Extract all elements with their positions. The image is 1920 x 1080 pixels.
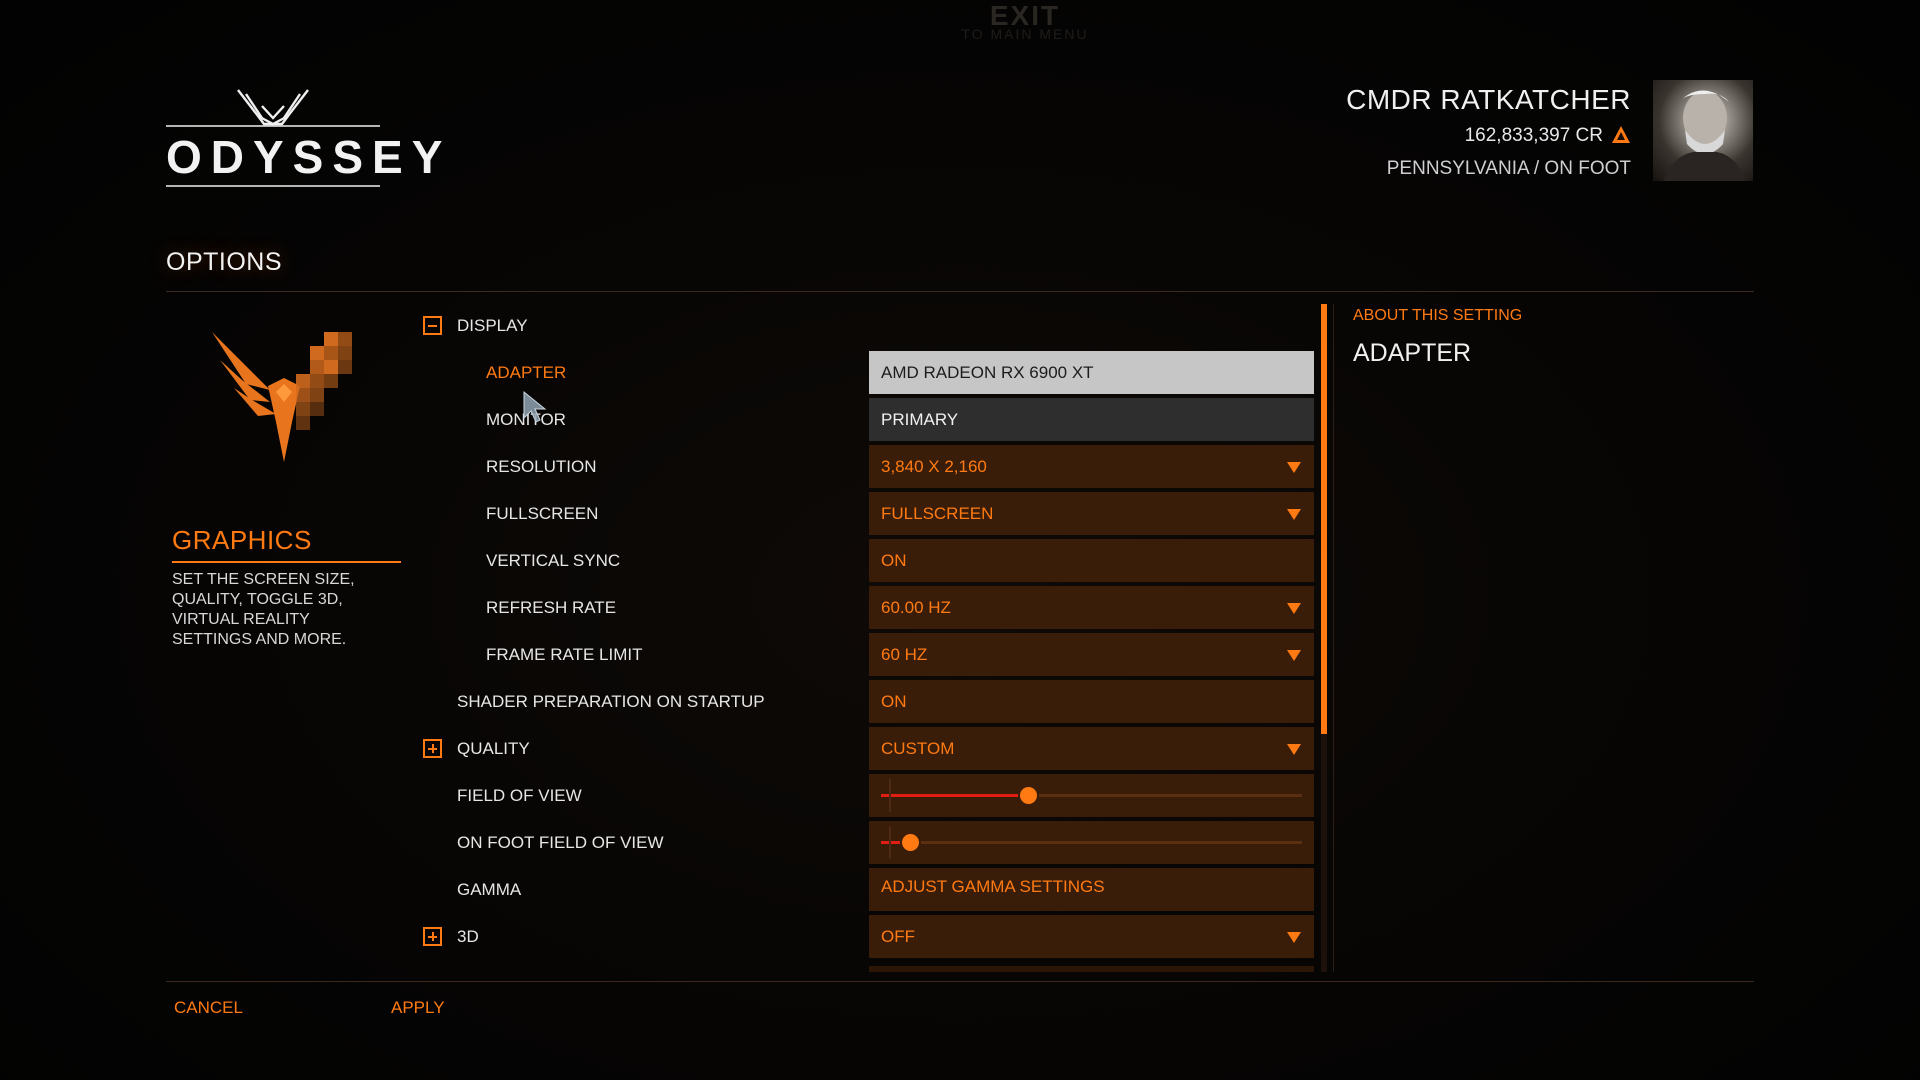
commander-location: PENNSYLVANIA / ON FOOT — [1386, 158, 1631, 179]
gamma-value: ADJUST GAMMA SETTINGS — [881, 877, 1105, 896]
shader-prep-toggle[interactable]: ON — [869, 680, 1314, 723]
setting-row-refresh-rate[interactable]: REFRESH RATE 60.00 HZ — [420, 586, 1314, 629]
setting-label-fullscreen: FULLSCREEN — [486, 504, 599, 523]
dropdown-arrow-icon — [1287, 509, 1301, 520]
setting-label-refresh-rate: REFRESH RATE — [486, 598, 617, 617]
footer-divider — [166, 981, 1754, 982]
setting-label-display: DISPLAY — [457, 316, 528, 335]
setting-label-vsync: VERTICAL SYNC — [486, 551, 621, 570]
graphics-category-icon — [212, 332, 352, 462]
setting-row-adapter[interactable]: ADAPTER AMD RADEON RX 6900 XT — [420, 351, 1314, 394]
refresh-rate-dropdown[interactable]: 60.00 HZ — [869, 586, 1314, 629]
exit-sublabel: TO MAIN MENU — [961, 26, 1089, 42]
rank-triangle-icon — [1612, 126, 1630, 143]
setting-row-gamma[interactable]: GAMMA ADJUST GAMMA SETTINGS — [420, 868, 1314, 911]
setting-row-on-foot-fov[interactable]: ON FOOT FIELD OF VIEW — [420, 821, 1314, 864]
dropdown-arrow-icon — [1287, 462, 1301, 473]
commander-credits: 162,833,397 CR — [1464, 125, 1603, 146]
setting-row-display[interactable]: DISPLAY — [420, 304, 1314, 347]
about-title: ADAPTER — [1353, 339, 1472, 367]
dropdown-arrow-icon — [1287, 603, 1301, 614]
apply-button[interactable]: APPLY — [391, 998, 445, 1018]
shader-prep-value: ON — [881, 692, 907, 711]
dropdown-arrow-icon — [1287, 650, 1301, 661]
commander-avatar[interactable] — [1653, 80, 1753, 181]
fov-slider[interactable] — [869, 774, 1314, 817]
adapter-value: AMD RADEON RX 6900 XT — [881, 363, 1094, 382]
fullscreen-dropdown[interactable]: FULLSCREEN — [869, 492, 1314, 535]
monitor-value: PRIMARY — [881, 410, 959, 429]
slider-track — [881, 841, 1302, 844]
vsync-value: ON — [881, 551, 907, 570]
setting-label-on-foot-fov: ON FOOT FIELD OF VIEW — [457, 833, 664, 852]
category-title: GRAPHICS — [172, 525, 312, 555]
frame-rate-limit-dropdown[interactable]: 60 HZ — [869, 633, 1314, 676]
setting-row-vsync[interactable]: VERTICAL SYNC ON — [420, 539, 1314, 582]
setting-row-monitor[interactable]: MONITOR PRIMARY — [420, 398, 1314, 441]
quality-dropdown[interactable]: CUSTOM — [869, 727, 1314, 770]
three-d-dropdown[interactable]: OFF — [869, 915, 1314, 958]
resolution-dropdown[interactable]: 3,840 X 2,160 — [869, 445, 1314, 488]
on-foot-fov-slider[interactable] — [869, 821, 1314, 864]
setting-row-frame-rate-limit[interactable]: FRAME RATE LIMIT 60 HZ — [420, 633, 1314, 676]
header-divider — [166, 291, 1754, 292]
odyssey-logo: ODYSSEY — [166, 86, 452, 190]
setting-row-fullscreen[interactable]: FULLSCREEN FULLSCREEN — [420, 492, 1314, 535]
category-underline — [172, 561, 401, 563]
slider-fill — [881, 794, 1029, 797]
logo-text: ODYSSEY — [166, 131, 452, 183]
expand-icon[interactable] — [423, 739, 442, 758]
category-description: SET THE SCREEN SIZE, QUALITY, TOGGLE 3D,… — [172, 571, 355, 648]
setting-label-gamma: GAMMA — [457, 880, 522, 899]
slider-thumb[interactable] — [1019, 787, 1037, 804]
dropdown-arrow-icon — [1287, 932, 1301, 943]
setting-row-shader-prep[interactable]: SHADER PREPARATION ON STARTUP ON — [420, 680, 1314, 723]
settings-list[interactable]: DISPLAY ADAPTER AMD RADEON RX 6900 XT MO… — [420, 304, 1314, 972]
slider-default-notch — [889, 826, 891, 859]
setting-label-frame-rate-limit: FRAME RATE LIMIT — [486, 645, 643, 664]
monitor-field[interactable]: PRIMARY — [869, 398, 1314, 441]
about-heading: ABOUT THIS SETTING — [1353, 307, 1523, 324]
setting-label-adapter: ADAPTER — [486, 363, 567, 382]
setting-row-resolution[interactable]: RESOLUTION 3,840 X 2,160 — [420, 445, 1314, 488]
setting-label-3d: 3D — [457, 927, 479, 946]
expand-icon[interactable] — [423, 927, 442, 946]
setting-label-shader-prep: SHADER PREPARATION ON STARTUP — [457, 692, 765, 711]
settings-scrollbar[interactable] — [1321, 304, 1327, 972]
slider-thumb[interactable] — [901, 834, 919, 851]
dropdown-arrow-icon — [1287, 744, 1301, 755]
resolution-value: 3,840 X 2,160 — [881, 457, 987, 476]
quality-value: CUSTOM — [881, 739, 955, 758]
mouse-cursor-icon — [523, 390, 547, 423]
setting-label-quality: QUALITY — [457, 739, 530, 758]
scrollbar-thumb[interactable] — [1321, 304, 1327, 734]
three-d-value: OFF — [881, 927, 915, 946]
setting-label-fov: FIELD OF VIEW — [457, 786, 582, 805]
fullscreen-value: FULLSCREEN — [881, 504, 994, 523]
next-row-peek — [869, 966, 1314, 972]
setting-row-fov[interactable]: FIELD OF VIEW — [420, 774, 1314, 817]
slider-default-notch — [889, 779, 891, 812]
commander-name: CMDR RATKATCHER — [1346, 84, 1631, 115]
vsync-toggle[interactable]: ON — [869, 539, 1314, 582]
adapter-field[interactable]: AMD RADEON RX 6900 XT — [869, 351, 1314, 394]
collapse-icon[interactable] — [423, 316, 442, 335]
page-title: OPTIONS — [166, 248, 283, 276]
setting-label-resolution: RESOLUTION — [486, 457, 597, 476]
frame-rate-limit-value: 60 HZ — [881, 645, 928, 664]
refresh-rate-value: 60.00 HZ — [881, 598, 951, 617]
adjust-gamma-button[interactable]: ADJUST GAMMA SETTINGS — [869, 868, 1314, 911]
setting-row-3d[interactable]: 3D OFF — [420, 915, 1314, 958]
cancel-button[interactable]: CANCEL — [174, 998, 243, 1018]
about-divider — [1333, 304, 1334, 972]
setting-row-quality[interactable]: QUALITY CUSTOM — [420, 727, 1314, 770]
